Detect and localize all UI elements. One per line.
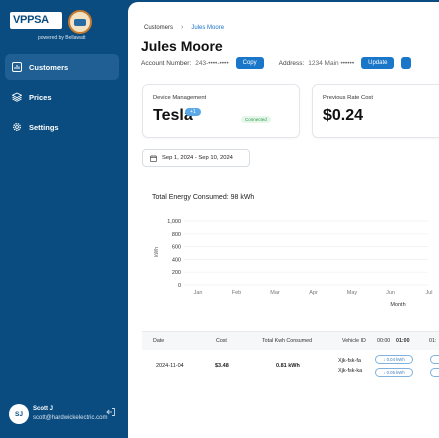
kwh-chip[interactable]: ↓ 0.05 kWh <box>375 368 413 377</box>
sidebar: VPPSA powered by Bellawatt Customers Pri… <box>0 0 126 438</box>
x-tick-label: Feb <box>232 290 241 296</box>
gear-icon <box>13 123 21 131</box>
chart-title: Total Energy Consumed: 98 kWh <box>152 194 255 201</box>
sidebar-item-customers[interactable]: Customers <box>5 54 119 80</box>
column-header-kwh: Total Kwh Consumed <box>262 338 313 344</box>
y-tick-label: 400 <box>172 257 181 263</box>
energy-chart: 1,000 800 600 400 200 0 kWh Jan Feb Mar Apr May Jun J… <box>154 219 433 308</box>
address-label: Address: <box>278 59 305 67</box>
sidebar-item-label: Prices <box>29 92 52 102</box>
layers-icon <box>12 92 22 102</box>
column-header-hour-00: 00:00 <box>377 338 391 344</box>
main-area: Customers › Jules Moore Jules Moore Acco… <box>126 0 439 438</box>
x-tick-label: Apr <box>309 290 318 296</box>
user-profile: SJ Scott J scott@hardwickelectric.com <box>9 404 119 426</box>
logo-wordmark: VPPSA <box>10 12 62 29</box>
column-header-cost: Cost <box>216 338 227 344</box>
y-tick-label: 0 <box>178 283 181 289</box>
y-tick-label: 200 <box>172 270 181 276</box>
y-tick-label: 1,000 <box>167 219 181 225</box>
row-cost: $3.48 <box>215 363 229 369</box>
avatar[interactable]: SJ <box>9 404 29 424</box>
row-vehicle-id: Xjk-fsk-ka <box>338 368 363 374</box>
content-panel: Customers › Jules Moore Jules Moore Acco… <box>128 2 439 438</box>
y-tick-label: 800 <box>172 232 181 238</box>
breadcrumb-customers[interactable]: Customers <box>144 25 173 31</box>
kwh-chip-partial[interactable] <box>430 368 439 377</box>
breadcrumb: Customers › Jules Moore <box>144 24 224 31</box>
row-vehicle-id: Xjk-fsk-fa <box>338 358 361 364</box>
device-count-badge[interactable]: +1 <box>185 108 201 116</box>
x-axis-label: Month <box>390 302 405 308</box>
device-management-card: Device Management Tesla +1 Connected <box>142 84 300 138</box>
date-range-label: Sep 1, 2024 - Sep 10, 2024 <box>162 155 233 161</box>
account-number: 243-••••-•••• <box>195 59 229 67</box>
status-badge: Connected <box>241 116 271 123</box>
account-info-row: Account Number: 243-••••-•••• Copy Addre… <box>141 57 412 69</box>
kwh-chip-label: 0.04 kWh <box>386 357 405 362</box>
kwh-chip[interactable]: ↓ 0.04 kWh <box>375 355 413 364</box>
column-header-vehicle: Vehicle ID <box>342 338 366 344</box>
chevron-right-icon: › <box>181 24 184 31</box>
column-header-hour-01-next: 01: <box>429 338 437 344</box>
column-header-date: Date <box>153 338 165 344</box>
copy-button[interactable]: Copy <box>235 57 264 69</box>
rate-value: $0.24 <box>323 107 364 124</box>
y-axis-label: kWh <box>154 247 160 257</box>
card-label: Device Management <box>153 95 207 101</box>
extra-action-button[interactable] <box>401 57 412 69</box>
date-range-picker[interactable]: Sep 1, 2024 - Sep 10, 2024 <box>142 149 250 167</box>
account-label: Account Number: <box>141 59 192 67</box>
address-value: 1234 Main •••••• <box>308 59 355 67</box>
powered-by-text: powered by Bellawatt <box>38 35 86 41</box>
kwh-chip-partial[interactable] <box>430 355 439 364</box>
previous-rate-card: Previous Rate Cost $0.24 <box>312 84 439 138</box>
card-label: Previous Rate Cost <box>323 95 373 101</box>
user-name: Scott J <box>33 406 54 412</box>
sidebar-item-settings[interactable]: Settings <box>5 114 119 140</box>
update-button[interactable]: Update <box>361 57 395 69</box>
brand-logo[interactable]: VPPSA powered by Bellawatt <box>8 10 120 44</box>
row-date: 2024-11-04 <box>156 363 184 369</box>
y-tick-label: 600 <box>172 245 181 251</box>
x-tick-label: Jun <box>386 290 395 296</box>
x-tick-label: Jul <box>425 290 432 296</box>
calendar-icon <box>150 154 157 162</box>
logout-icon[interactable] <box>106 407 116 417</box>
usage-table: Date Cost Total Kwh Consumed Vehicle ID … <box>142 331 439 391</box>
seal-icon <box>68 10 92 34</box>
user-email: scott@hardwickelectric.com <box>33 415 108 421</box>
table-header-row: Date Cost Total Kwh Consumed Vehicle ID … <box>142 332 439 350</box>
x-tick-label: Jan <box>194 290 203 296</box>
sidebar-item-prices[interactable]: Prices <box>5 84 119 110</box>
chart-box-icon <box>12 62 22 72</box>
kwh-chip-label: 0.05 kWh <box>386 370 405 375</box>
sidebar-item-label: Settings <box>29 122 59 132</box>
row-kwh: 0.81 kWh <box>276 363 300 369</box>
x-tick-label: May <box>347 290 358 296</box>
page-title: Jules Moore <box>141 38 223 54</box>
breadcrumb-current: Jules Moore <box>191 24 225 31</box>
column-header-hour-01: 01:00 <box>396 338 410 344</box>
x-tick-label: Mar <box>270 290 280 296</box>
sidebar-item-label: Customers <box>29 62 69 72</box>
